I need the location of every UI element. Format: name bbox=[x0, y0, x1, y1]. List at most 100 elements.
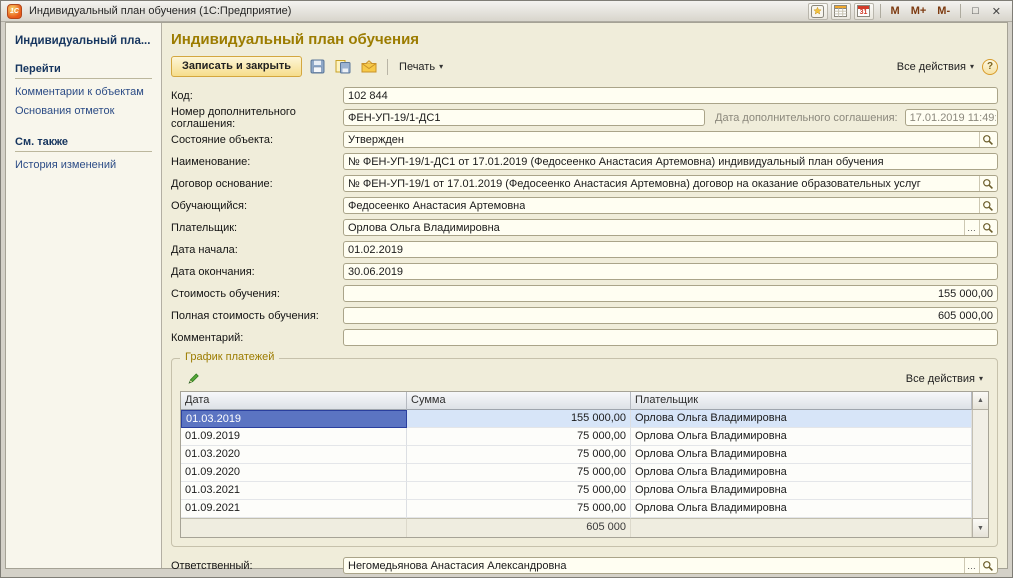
table-footer-total: 605 000 bbox=[407, 518, 631, 537]
scrollbar-track[interactable] bbox=[972, 500, 988, 518]
start-date-field[interactable]: 01.02.2019 bbox=[343, 241, 998, 258]
contract-basis-field[interactable]: № ФЕН-УП-19/1 от 17.01.2019 (Федосеенко … bbox=[343, 175, 998, 192]
sidebar-item-grade-bases[interactable]: Основания отметок bbox=[15, 105, 152, 117]
table-cell-amount[interactable]: 75 000,00 bbox=[407, 428, 631, 446]
scrollbar-track[interactable] bbox=[972, 410, 988, 428]
bookmark-icon[interactable] bbox=[808, 3, 828, 20]
chevron-down-icon: ▾ bbox=[439, 63, 443, 71]
lookup-icon[interactable] bbox=[979, 558, 996, 573]
app-body: Индивидуальный пла... Перейти Комментари… bbox=[5, 22, 1008, 569]
print-label: Печать bbox=[399, 61, 435, 73]
page-title: Индивидуальный план обучения bbox=[171, 31, 998, 48]
table-cell-amount[interactable]: 75 000,00 bbox=[407, 500, 631, 518]
lookup-icon[interactable] bbox=[979, 132, 996, 147]
scrollbar-track[interactable] bbox=[972, 428, 988, 446]
payment-schedule-group: График платежей Все действия ▾ Дата Сумм… bbox=[171, 358, 998, 547]
lookup-icon[interactable] bbox=[979, 176, 996, 191]
table-cell-amount[interactable]: 75 000,00 bbox=[407, 464, 631, 482]
memory-button[interactable]: М bbox=[887, 4, 904, 18]
payer-label: Плательщик: bbox=[171, 222, 343, 234]
sidebar: Индивидуальный пла... Перейти Комментари… bbox=[6, 23, 162, 568]
table-cell-date[interactable]: 01.09.2021 bbox=[181, 500, 407, 518]
code-field[interactable]: 102 844 bbox=[343, 87, 998, 104]
contract-basis-label: Договор основание: bbox=[171, 178, 343, 190]
contract-basis-value: № ФЕН-УП-19/1 от 17.01.2019 (Федосеенко … bbox=[348, 178, 921, 190]
comment-label: Комментарий: bbox=[171, 332, 343, 344]
name-field[interactable]: № ФЕН-УП-19/1-ДС1 от 17.01.2019 (Федосее… bbox=[343, 153, 998, 170]
scrollbar-track[interactable] bbox=[972, 446, 988, 464]
column-header-date[interactable]: Дата bbox=[181, 392, 407, 410]
responsible-field[interactable]: Негомедьянова Анастасия Александровна … bbox=[343, 557, 998, 574]
table-cell-payer[interactable]: Орлова Ольга Владимировна bbox=[631, 446, 972, 464]
agreement-number-field[interactable]: ФЕН-УП-19/1-ДС1 bbox=[343, 109, 705, 126]
table-cell-amount[interactable]: 75 000,00 bbox=[407, 446, 631, 464]
sidebar-item-change-history[interactable]: История изменений bbox=[15, 159, 152, 171]
calendar-icon[interactable]: 31 bbox=[854, 3, 874, 20]
window-title: Индивидуальный план обучения (1С:Предпри… bbox=[29, 5, 291, 17]
titlebar-separator bbox=[880, 4, 881, 18]
table-cell-payer[interactable]: Орлова Ольга Владимировна bbox=[631, 410, 972, 428]
scroll-down-button[interactable]: ▼ bbox=[972, 518, 988, 537]
full-tuition-cost-field[interactable]: 605 000,00 bbox=[343, 307, 998, 324]
table-cell-payer[interactable]: Орлова Ольга Владимировна bbox=[631, 500, 972, 518]
scrollbar-track[interactable] bbox=[972, 482, 988, 500]
table-cell-date[interactable]: 01.09.2020 bbox=[181, 464, 407, 482]
print-button[interactable]: Печать ▾ bbox=[395, 59, 447, 75]
column-header-amount[interactable]: Сумма bbox=[407, 392, 631, 410]
help-button[interactable]: ? bbox=[982, 59, 998, 75]
all-actions-label: Все действия bbox=[897, 61, 966, 73]
table-cell-payer[interactable]: Орлова Ольга Владимировна bbox=[631, 428, 972, 446]
save-icon[interactable] bbox=[306, 57, 328, 77]
start-date-label: Дата начала: bbox=[171, 244, 343, 256]
table-cell-date[interactable]: 01.03.2021 bbox=[181, 482, 407, 500]
maximize-button[interactable]: □ bbox=[967, 4, 984, 18]
memory-plus-button[interactable]: М+ bbox=[907, 4, 931, 18]
table-cell-amount[interactable]: 75 000,00 bbox=[407, 482, 631, 500]
payer-field[interactable]: Орлова Ольга Владимировна … bbox=[343, 219, 998, 236]
table-cell-amount[interactable]: 155 000,00 bbox=[407, 410, 631, 428]
edit-pencil-icon[interactable] bbox=[182, 369, 204, 389]
scroll-up-button[interactable]: ▲ bbox=[972, 392, 988, 410]
code-label: Код: bbox=[171, 90, 343, 102]
table-all-actions-button[interactable]: Все действия ▾ bbox=[902, 371, 987, 387]
object-state-field[interactable]: Утвержден bbox=[343, 131, 998, 148]
logo-text: 1С bbox=[10, 8, 19, 15]
agreement-date-field[interactable]: 17.01.2019 11:49:12 bbox=[905, 109, 998, 126]
choose-button[interactable]: … bbox=[964, 558, 979, 573]
table-cell-payer[interactable]: Орлова Ольга Владимировна bbox=[631, 482, 972, 500]
payer-value: Орлова Ольга Владимировна bbox=[348, 222, 500, 234]
sidebar-section-goto: Перейти bbox=[15, 63, 152, 79]
tuition-cost-field[interactable]: 155 000,00 bbox=[343, 285, 998, 302]
lookup-icon[interactable] bbox=[979, 198, 996, 213]
memory-minus-button[interactable]: М- bbox=[933, 4, 954, 18]
lookup-icon[interactable] bbox=[979, 220, 996, 235]
comment-field[interactable] bbox=[343, 329, 998, 346]
table-footer-payer bbox=[631, 518, 972, 537]
all-actions-button[interactable]: Все действия ▾ bbox=[893, 59, 978, 75]
save-and-close-button[interactable]: Записать и закрыть bbox=[171, 56, 302, 77]
titlebar-separator bbox=[960, 4, 961, 18]
table-all-actions-label: Все действия bbox=[906, 373, 975, 385]
table-cell-date[interactable]: 01.09.2019 bbox=[181, 428, 407, 446]
tuition-cost-label: Стоимость обучения: bbox=[171, 288, 343, 300]
send-envelope-icon[interactable] bbox=[358, 57, 380, 77]
main-content: Индивидуальный план обучения Записать и … bbox=[162, 23, 1007, 568]
full-tuition-cost-label: Полная стоимость обучения: bbox=[171, 310, 343, 322]
table-cell-date[interactable]: 01.03.2020 bbox=[181, 446, 407, 464]
payment-schedule-table: Дата Сумма Плательщик ▲ 01.03.2019 155 0… bbox=[180, 391, 989, 538]
table-icon[interactable] bbox=[831, 3, 851, 20]
name-value: № ФЕН-УП-19/1-ДС1 от 17.01.2019 (Федосее… bbox=[348, 156, 884, 168]
table-footer-date bbox=[181, 518, 407, 537]
end-date-field[interactable]: 30.06.2019 bbox=[343, 263, 998, 280]
1c-logo-icon: 1С bbox=[7, 4, 22, 19]
column-header-payer[interactable]: Плательщик bbox=[631, 392, 972, 410]
post-document-icon[interactable] bbox=[332, 57, 354, 77]
sidebar-item-object-comments[interactable]: Комментарии к объектам bbox=[15, 86, 152, 98]
sidebar-item-current-plan[interactable]: Индивидуальный пла... bbox=[15, 35, 152, 47]
close-button[interactable]: ✕ bbox=[987, 4, 1006, 19]
scrollbar-track[interactable] bbox=[972, 464, 988, 482]
table-cell-payer[interactable]: Орлова Ольга Владимировна bbox=[631, 464, 972, 482]
student-field[interactable]: Федосеенко Анастасия Артемовна bbox=[343, 197, 998, 214]
choose-button[interactable]: … bbox=[964, 220, 979, 235]
table-cell-date[interactable]: 01.03.2019 bbox=[181, 410, 407, 428]
